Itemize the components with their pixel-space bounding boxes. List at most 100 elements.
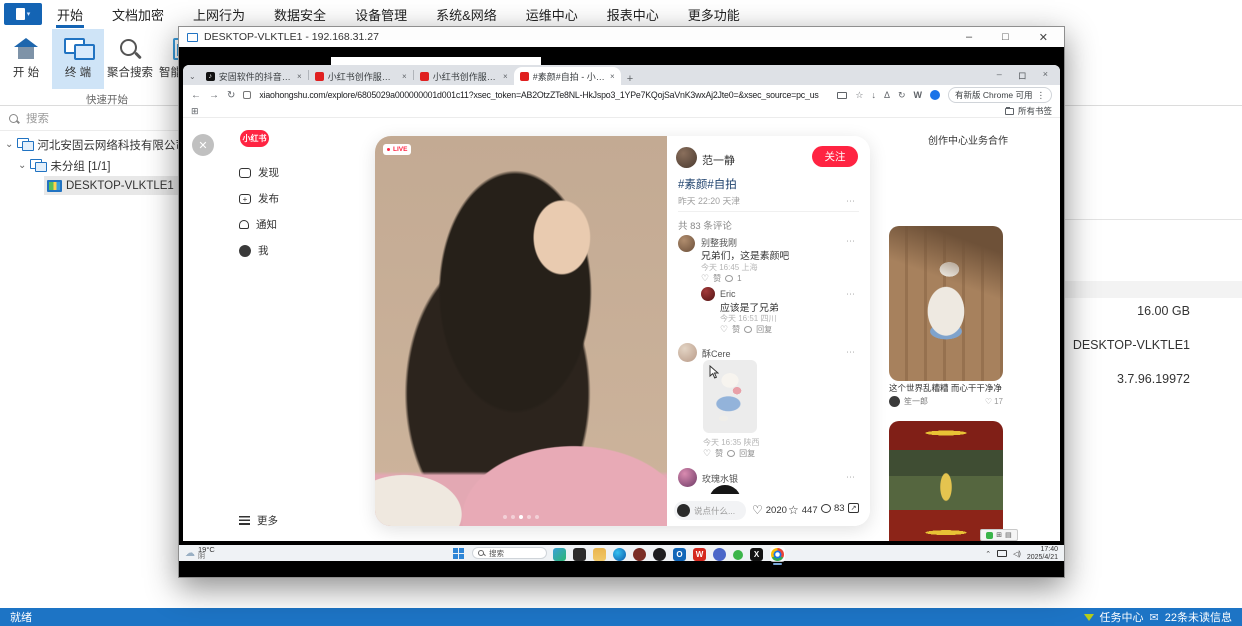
comment-button[interactable]: 83 — [821, 503, 845, 514]
wps-icon[interactable]: W — [693, 548, 706, 561]
more-icon[interactable]: ⋯ — [846, 347, 856, 358]
remote-control-toolbar[interactable]: ⊞ ▤ — [980, 529, 1018, 541]
extension-icon[interactable]: Δ — [884, 90, 890, 100]
ribbon-aggregate-search-button[interactable]: 聚合搜索 — [104, 29, 156, 89]
nav-notifications[interactable]: 通知 — [239, 217, 277, 232]
x-app-icon[interactable]: X — [750, 548, 763, 561]
browser-minimize-button[interactable]: – — [997, 69, 1002, 82]
carousel-dot[interactable] — [503, 515, 507, 519]
like-icon[interactable]: ♡ — [701, 273, 709, 284]
profile-avatar[interactable] — [930, 90, 940, 100]
back-icon[interactable]: ← — [191, 90, 201, 101]
more-icon[interactable]: ⋯ — [846, 236, 856, 247]
new-tab-button[interactable]: + — [627, 73, 633, 85]
apps-grid-icon[interactable]: ⊞ — [191, 106, 199, 117]
file-explorer-icon[interactable] — [593, 548, 606, 561]
site-info-icon[interactable] — [243, 91, 251, 99]
post-title[interactable]: #素颜#自拍 — [678, 176, 737, 192]
more-icon[interactable]: ⋯ — [846, 196, 856, 207]
like-button[interactable]: ♡2020 — [752, 503, 787, 517]
menu-icon[interactable]: ▤ — [1005, 531, 1012, 539]
taskbar-weather-widget[interactable]: ☁ 19°C阴 — [185, 546, 215, 560]
taskbar-clock[interactable]: 17:40 2025/4/21 — [1027, 546, 1058, 561]
author-avatar[interactable] — [676, 147, 697, 168]
menu-item-report-center[interactable]: 报表中心 — [606, 0, 660, 28]
cast-icon[interactable] — [837, 92, 847, 99]
commenter-name[interactable]: Eric — [720, 289, 736, 299]
unread-messages-button[interactable]: 22条未读信息 — [1165, 609, 1232, 625]
nav-more[interactable]: 更多 — [239, 513, 278, 528]
reply-label[interactable]: 回复 — [756, 324, 772, 335]
menu-item-system-network[interactable]: 系统&网络 — [435, 0, 498, 28]
tab-xhs-creator-2[interactable]: 小红书创作服务平台 × — [414, 67, 514, 85]
sidebar-search-input[interactable] — [26, 113, 166, 125]
minimize-button[interactable]: – — [966, 31, 972, 44]
chevron-down-icon[interactable]: ⌄ — [18, 161, 26, 171]
tree-node-endpoint[interactable]: DESKTOP-VLKTLE1 — [47, 177, 174, 194]
tab-douyin[interactable]: ♪ 安固软件的抖音 - 抖音 × — [200, 67, 308, 85]
reply-count[interactable]: 1 — [737, 274, 741, 283]
tree-node-ungrouped[interactable]: ⌄ 未分组 [1/1] — [18, 157, 110, 174]
reply-label[interactable]: 回复 — [739, 448, 755, 459]
commenter-name[interactable]: 酥Cere — [702, 347, 731, 360]
maroon-app-icon[interactable] — [633, 548, 646, 561]
tab-close-icon[interactable]: × — [610, 72, 615, 81]
tab-xhs-creator-1[interactable]: 小红书创作服务平台 × — [309, 67, 413, 85]
bookmark-star-icon[interactable]: ☆ — [855, 90, 863, 101]
green-app-icon[interactable] — [733, 550, 743, 560]
tab-close-icon[interactable]: × — [402, 72, 407, 81]
grid-icon[interactable]: ⊞ — [996, 531, 1002, 539]
commenter-avatar[interactable] — [701, 287, 715, 301]
teams-icon[interactable] — [713, 548, 726, 561]
all-bookmarks-button[interactable]: 所有书签 — [1005, 105, 1052, 117]
author-name[interactable]: 范一静 — [702, 152, 735, 168]
like-label[interactable]: 赞 — [715, 448, 723, 459]
forward-icon[interactable]: → — [209, 90, 219, 101]
maximize-button[interactable]: □ — [1002, 31, 1009, 44]
tab-close-icon[interactable]: × — [297, 72, 302, 81]
ribbon-terminal-button[interactable]: 终 端 — [52, 29, 104, 89]
extension-w-icon[interactable]: W — [914, 90, 923, 100]
carousel-dot[interactable] — [527, 515, 531, 519]
task-center-button[interactable]: 任务中心 — [1100, 609, 1144, 625]
app-menu-button[interactable]: ▾ — [4, 3, 42, 25]
taskbar-search[interactable]: 搜索 — [472, 547, 547, 559]
menu-item-web-behavior[interactable]: 上网行为 — [192, 0, 246, 28]
tab-search-chevron-icon[interactable]: ⌄ — [189, 72, 196, 81]
menu-item-data-security[interactable]: 数据安全 — [273, 0, 327, 28]
creator-center-link[interactable]: 创作中心 — [928, 132, 968, 147]
like-label[interactable]: 赞 — [713, 273, 721, 284]
more-icon[interactable]: ⋯ — [846, 289, 856, 300]
speaker-icon[interactable]: ◁) — [1013, 550, 1021, 558]
outlook-icon[interactable]: O — [673, 548, 686, 561]
menu-item-start[interactable]: 开始 — [56, 0, 84, 28]
nav-discover[interactable]: 发现 — [239, 165, 279, 180]
display-tray-icon[interactable] — [997, 550, 1007, 557]
commenter-avatar[interactable] — [678, 343, 697, 362]
post-photo[interactable]: LIVE — [375, 136, 667, 526]
tray-expand-icon[interactable]: ⌃ — [985, 550, 991, 558]
browser-maximize-button[interactable]: ロ — [1018, 69, 1027, 82]
carousel-dot[interactable] — [511, 515, 515, 519]
like-label[interactable]: 赞 — [732, 324, 740, 335]
chrome-update-chip[interactable]: 有新版 Chrome 可用⋮ — [948, 87, 1052, 103]
ribbon-start-button[interactable]: 开 始 — [0, 29, 52, 89]
photos-app-icon[interactable] — [553, 548, 566, 561]
reply-icon[interactable] — [727, 450, 735, 457]
edge-icon[interactable] — [613, 548, 626, 561]
close-button[interactable]: ✕ — [1039, 31, 1048, 44]
follow-button[interactable]: 关注 — [812, 146, 858, 167]
commenter-avatar[interactable] — [678, 468, 697, 487]
feed-card-username[interactable]: 笙一郎 — [904, 396, 928, 407]
carousel-dot[interactable] — [535, 515, 539, 519]
more-icon[interactable]: ⋯ — [846, 472, 856, 483]
chrome-taskbar-button[interactable] — [770, 547, 785, 562]
kebab-menu-icon[interactable]: ⋮ — [1037, 90, 1046, 101]
avatar[interactable] — [889, 396, 900, 407]
menu-item-doc-encrypt[interactable]: 文档加密 — [111, 0, 165, 28]
carousel-dot-active[interactable] — [519, 515, 523, 519]
remote-title-bar[interactable]: DESKTOP-VLKTLE1 - 192.168.31.27 – □ ✕ — [179, 27, 1064, 47]
feed-card-like[interactable]: ♡17 — [985, 397, 1003, 406]
start-button[interactable] — [453, 548, 464, 559]
tab-xhs-post-active[interactable]: #素颜#自拍 - 小红书 × — [514, 67, 621, 85]
